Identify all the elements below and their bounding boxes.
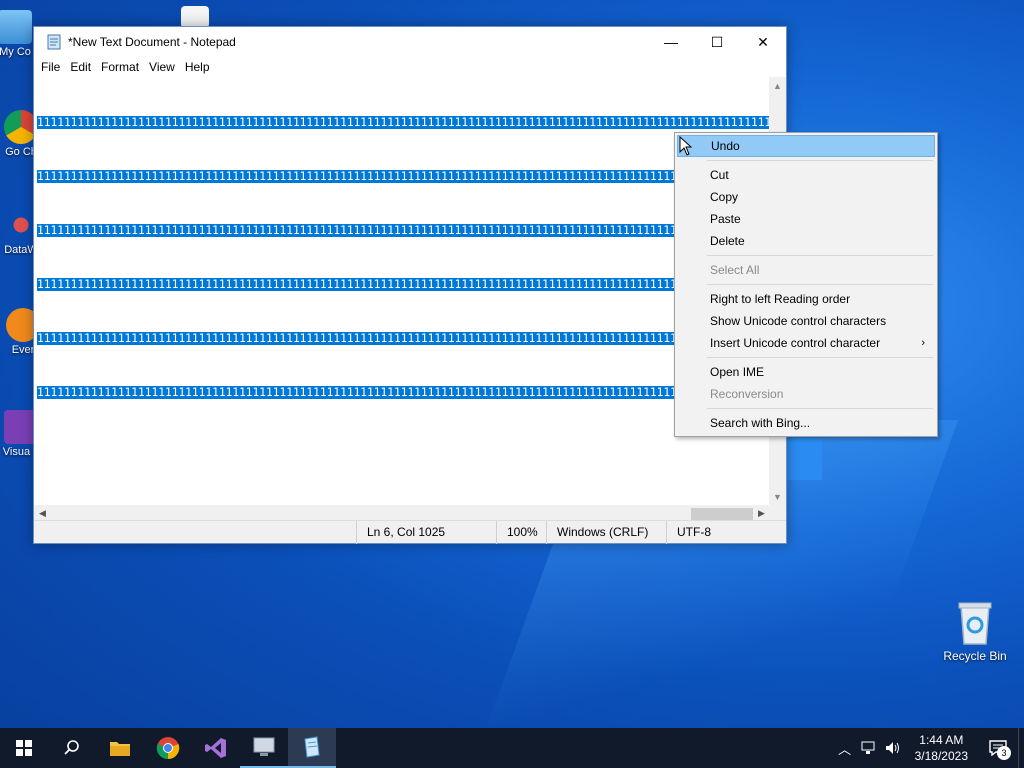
network-icon[interactable] — [857, 741, 881, 755]
status-line-ending: Windows (CRLF) — [546, 520, 666, 544]
context-menu-insert-unicode[interactable]: Insert Unicode control character › — [677, 332, 935, 354]
folder-icon — [110, 742, 130, 756]
minimize-button[interactable]: — — [648, 27, 694, 57]
selected-text-line: 1111111111111111111111111111111111111111… — [37, 170, 770, 183]
taskbar-notepad[interactable] — [288, 728, 336, 768]
context-menu-search-bing[interactable]: Search with Bing... — [677, 412, 935, 434]
context-menu: Undo Cut Copy Paste Delete Select All Ri… — [674, 132, 938, 437]
menu-file[interactable]: File — [36, 60, 65, 74]
notepad-icon — [47, 34, 61, 50]
horizontal-scroll-thumb[interactable] — [691, 508, 753, 520]
menu-help[interactable]: Help — [180, 60, 215, 74]
status-cursor-position: Ln 6, Col 1025 — [356, 520, 496, 544]
context-menu-copy[interactable]: Copy — [677, 186, 935, 208]
document-icon — [181, 6, 209, 28]
clock-time: 1:44 AM — [919, 733, 964, 747]
notification-badge: 3 — [997, 746, 1011, 760]
computer-icon — [0, 10, 32, 44]
scroll-up-icon[interactable]: ▲ — [769, 77, 786, 94]
context-menu-open-ime[interactable]: Open IME — [677, 361, 935, 383]
menu-view[interactable]: View — [144, 60, 180, 74]
context-menu-cut[interactable]: Cut — [677, 164, 935, 186]
menu-edit[interactable]: Edit — [65, 60, 96, 74]
status-encoding: UTF-8 — [666, 520, 786, 544]
chrome-icon — [156, 737, 180, 760]
context-menu-delete[interactable]: Delete — [677, 230, 935, 252]
search-icon — [64, 740, 79, 755]
recycle-bin-icon — [958, 602, 992, 645]
selected-text-line: 1111111111111111111111111111111111111111… — [37, 278, 770, 291]
submenu-arrow-icon: › — [921, 337, 925, 349]
taskbar: ︿ 1:44 AM 3/18/2023 3 — [0, 728, 1024, 768]
taskbar-clock[interactable]: 1:44 AM 3/18/2023 — [905, 732, 978, 764]
close-button[interactable]: ✕ — [740, 27, 786, 57]
recycle-bin-label: Recycle Bin — [943, 649, 1007, 663]
desktop-icon-recycle-bin[interactable]: Recycle Bin — [940, 600, 1010, 663]
wallpaper-window-pane — [786, 438, 822, 480]
desktop-icon-label: Ever — [11, 344, 35, 356]
menu-separator — [707, 357, 933, 358]
menu-separator — [707, 408, 933, 409]
notepad-icon — [304, 736, 320, 758]
visual-studio-icon — [205, 738, 226, 758]
status-zoom: 100% — [496, 520, 546, 544]
status-bar: Ln 6, Col 1025 100% Windows (CRLF) UTF-8 — [34, 520, 786, 544]
context-menu-paste[interactable]: Paste — [677, 208, 935, 230]
show-desktop-button[interactable] — [1018, 728, 1024, 768]
context-menu-rtl[interactable]: Right to left Reading order — [677, 288, 935, 310]
context-menu-reconversion[interactable]: Reconversion — [677, 383, 935, 405]
window-title: *New Text Document - Notepad — [68, 35, 236, 49]
scroll-down-icon[interactable]: ▼ — [769, 488, 786, 505]
menu-bar: File Edit Format View Help — [34, 57, 786, 77]
monitor-icon — [253, 737, 275, 756]
title-bar[interactable]: *New Text Document - Notepad — ☐ ✕ — [34, 27, 786, 57]
context-menu-undo[interactable]: Undo — [677, 135, 935, 157]
selected-text-line: 1111111111111111111111111111111111111111… — [37, 116, 770, 129]
selected-text-line: 1111111111111111111111111111111111111111… — [37, 386, 770, 399]
search-button[interactable] — [48, 728, 96, 768]
taskbar-chrome[interactable] — [144, 728, 192, 768]
menu-separator — [707, 284, 933, 285]
context-menu-select-all[interactable]: Select All — [677, 259, 935, 281]
taskbar-remote-desktop[interactable] — [240, 728, 288, 768]
maximize-button[interactable]: ☐ — [694, 27, 740, 57]
start-button[interactable] — [0, 728, 48, 768]
selected-text-line: 1111111111111111111111111111111111111111… — [37, 224, 770, 237]
menu-separator — [707, 255, 933, 256]
desktop-icon-label: My Co — [0, 46, 31, 58]
mouse-cursor-icon — [679, 136, 693, 156]
taskbar-file-explorer[interactable] — [96, 728, 144, 768]
menu-separator — [707, 160, 933, 161]
context-menu-insert-unicode-label: Insert Unicode control character — [710, 336, 881, 350]
text-editor[interactable]: 1111111111111111111111111111111111111111… — [34, 77, 770, 505]
context-menu-show-unicode[interactable]: Show Unicode control characters — [677, 310, 935, 332]
system-tray: ︿ 1:44 AM 3/18/2023 3 — [833, 728, 1024, 768]
action-center-button[interactable]: 3 — [978, 728, 1018, 768]
selected-text-line: 1111111111111111111111111111111111111111… — [37, 332, 770, 345]
clock-date: 3/18/2023 — [914, 749, 968, 763]
taskbar-visual-studio[interactable] — [192, 728, 240, 768]
menu-format[interactable]: Format — [96, 60, 144, 74]
volume-icon[interactable] — [881, 741, 905, 755]
windows-logo-icon — [16, 740, 32, 756]
chevron-up-icon[interactable]: ︿ — [833, 739, 857, 758]
